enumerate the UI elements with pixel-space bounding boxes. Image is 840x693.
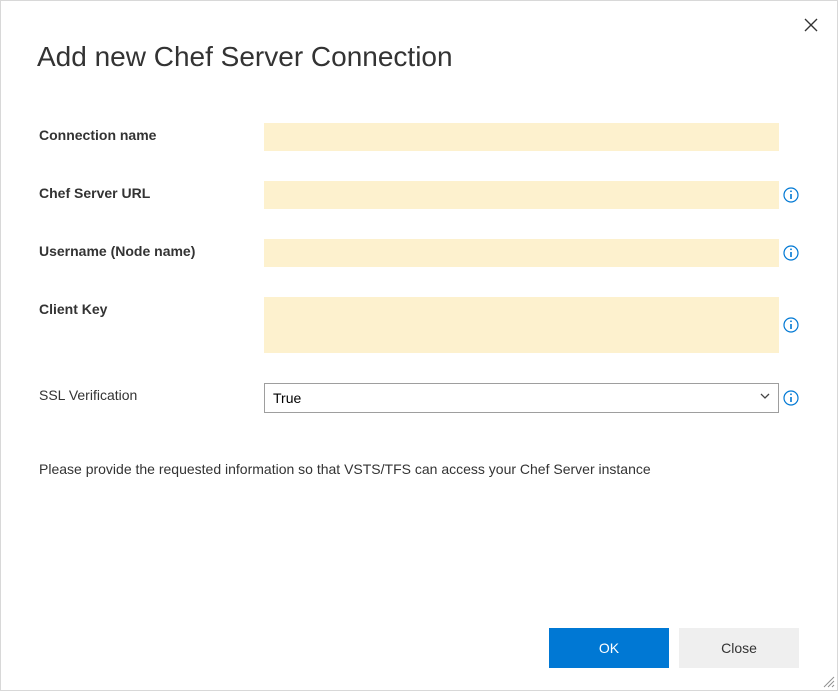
info-icon[interactable] [783, 187, 799, 203]
form-area: Connection name Chef Server URL [1, 73, 837, 413]
info-icon[interactable] [783, 317, 799, 333]
add-chef-connection-dialog: Add new Chef Server Connection Connectio… [0, 0, 838, 691]
close-icon[interactable] [801, 15, 821, 35]
connection-name-label: Connection name [39, 123, 264, 143]
dialog-title: Add new Chef Server Connection [1, 1, 837, 73]
button-bar: OK Close [549, 628, 799, 668]
connection-name-input[interactable] [264, 123, 779, 151]
helper-text: Please provide the requested information… [1, 443, 837, 477]
username-row: Username (Node name) [39, 239, 799, 267]
ssl-verification-select[interactable]: True [264, 383, 779, 413]
ok-button[interactable]: OK [549, 628, 669, 668]
chef-server-url-row: Chef Server URL [39, 181, 799, 209]
chef-server-url-input[interactable] [264, 181, 779, 209]
resize-grip-icon[interactable] [821, 674, 835, 688]
connection-name-row: Connection name [39, 123, 799, 151]
client-key-input[interactable] [264, 297, 779, 353]
username-label: Username (Node name) [39, 239, 264, 259]
ssl-verification-label: SSL Verification [39, 383, 264, 403]
username-input[interactable] [264, 239, 779, 267]
close-button[interactable]: Close [679, 628, 799, 668]
info-icon[interactable] [783, 245, 799, 261]
ssl-verification-row: SSL Verification True [39, 383, 799, 413]
chef-server-url-label: Chef Server URL [39, 181, 264, 201]
client-key-label: Client Key [39, 297, 264, 317]
info-icon[interactable] [783, 390, 799, 406]
client-key-row: Client Key [39, 297, 799, 353]
